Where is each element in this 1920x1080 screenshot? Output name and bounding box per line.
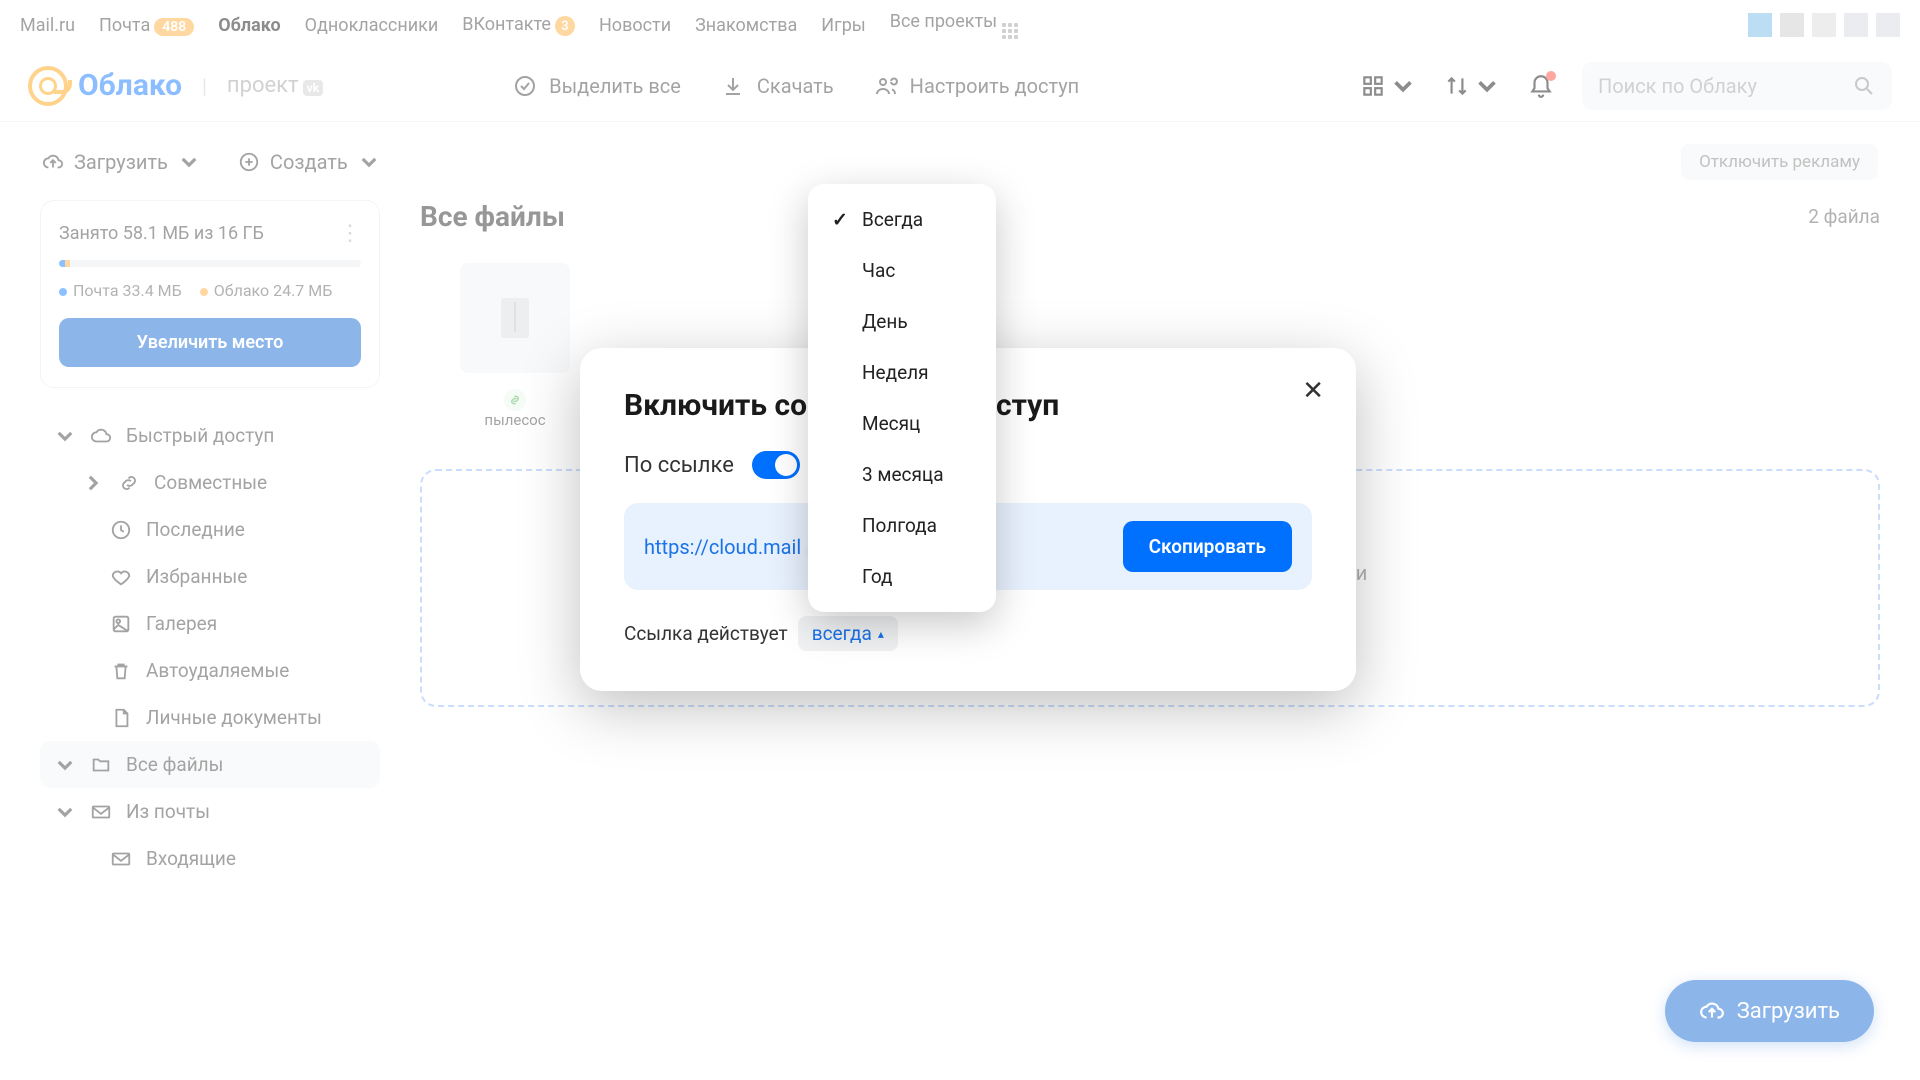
link-valid-label: Ссылка действует: [624, 622, 788, 645]
dropdown-option-day[interactable]: День: [808, 296, 996, 347]
dropdown-option-month[interactable]: Месяц: [808, 398, 996, 449]
by-link-label: По ссылке: [624, 453, 734, 478]
dropdown-option-halfyear[interactable]: Полгода: [808, 500, 996, 551]
dropdown-option-year[interactable]: Год: [808, 551, 996, 602]
dropdown-option-week[interactable]: Неделя: [808, 347, 996, 398]
link-sharing-toggle[interactable]: [752, 451, 800, 479]
dropdown-option-always[interactable]: Всегда: [808, 194, 996, 245]
modal-close-button[interactable]: ✕: [1302, 376, 1324, 406]
link-duration-selector[interactable]: всегда: [798, 616, 898, 651]
dropdown-option-3months[interactable]: 3 месяца: [808, 449, 996, 500]
copy-link-button[interactable]: Скопировать: [1123, 521, 1292, 572]
dropdown-option-hour[interactable]: Час: [808, 245, 996, 296]
duration-dropdown: Всегда Час День Неделя Месяц 3 месяца По…: [808, 184, 996, 612]
